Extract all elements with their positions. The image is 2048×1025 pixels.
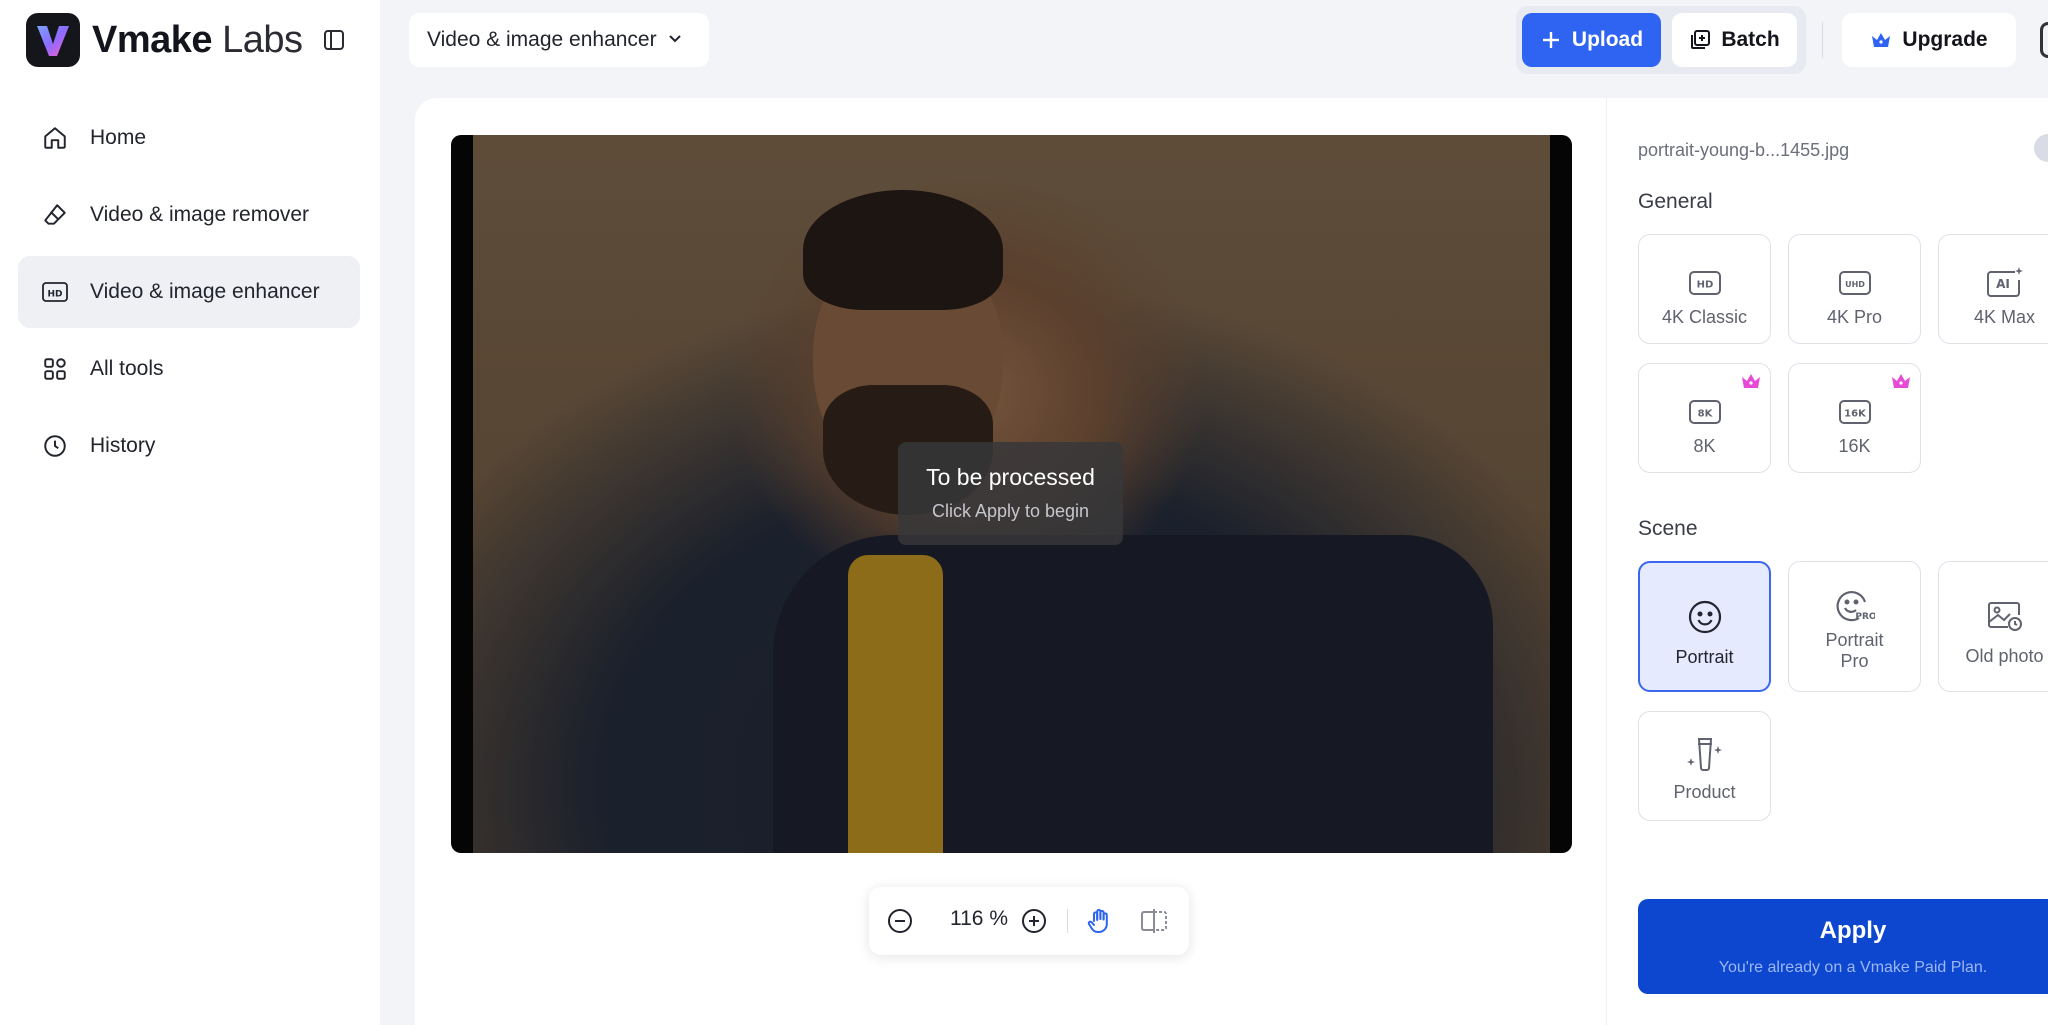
sidebar-item-home[interactable]: Home [18, 102, 360, 174]
option-label: Old photo [1965, 646, 2044, 666]
sidebar-item-label: Video & image enhancer [90, 280, 320, 303]
sidebar-item-label: Video & image remover [90, 203, 310, 226]
sidebar-item-history[interactable]: History [18, 410, 360, 482]
upload-button[interactable]: Upload [1522, 13, 1661, 67]
upgrade-label: Upgrade [1902, 28, 1988, 51]
section-title-general: General [1638, 190, 1713, 213]
option-label: Product [1673, 782, 1736, 802]
option-product[interactable]: Product [1638, 711, 1771, 821]
processing-status: To be processed Click Apply to begin [898, 442, 1123, 545]
svg-text:HD: HD [47, 290, 62, 300]
status-title: To be processed [926, 464, 1095, 490]
crown-icon [1872, 33, 1891, 47]
option-label: Portrait [1675, 647, 1734, 667]
grid-icon [40, 354, 70, 384]
compare-split-icon[interactable] [1139, 906, 1169, 936]
option-4k-pro[interactable]: UHD 4K Pro [1788, 234, 1921, 344]
chevron-down-icon [667, 28, 683, 52]
upgrade-button[interactable]: Upgrade [1842, 13, 2016, 67]
smile-icon [1685, 597, 1725, 637]
zoom-level: 116 % [950, 907, 1008, 930]
svg-text:16K: 16K [1844, 409, 1867, 420]
toolbar-divider [1822, 22, 1823, 58]
zoom-out-icon[interactable] [885, 906, 915, 936]
old-photo-icon [1985, 596, 2025, 636]
sidebar: Vmake Labs Home Video & image remover HD… [0, 0, 380, 1025]
smile-pro-icon: PRO [1835, 586, 1875, 626]
option-portrait-pro[interactable]: PRO Portrait Pro [1788, 561, 1921, 692]
option-label: Portrait Pro [1825, 630, 1884, 671]
brand-logo[interactable]: Vmake Labs [26, 13, 303, 67]
account-icon[interactable] [2040, 22, 2048, 58]
apply-label: Apply [1819, 917, 1887, 944]
option-8k[interactable]: 8K 8K [1638, 363, 1771, 473]
sidebar-item-label: All tools [90, 357, 164, 380]
hd-icon: HD [40, 277, 70, 307]
tool-select-value: Video & image enhancer [427, 28, 657, 51]
product-icon [1685, 734, 1725, 774]
hd-badge-icon: HD [1685, 263, 1725, 303]
zoom-toolbar: 116 % [869, 887, 1189, 955]
ai-ultra-icon: AI [1985, 263, 2025, 303]
option-label: 4K Max [1973, 307, 2036, 327]
option-label: 8K [1693, 436, 1716, 456]
option-label: 16K [1838, 436, 1871, 456]
eraser-icon [40, 200, 70, 230]
file-name: portrait-young-b...1455.jpg [1638, 140, 1850, 160]
zoom-divider [1067, 909, 1068, 933]
sidebar-item-label: History [90, 434, 156, 457]
premium-crown-icon [1890, 372, 1912, 395]
premium-crown-icon [1740, 372, 1762, 395]
sidebar-item-remover[interactable]: Video & image remover [18, 179, 360, 251]
brand-name: Vmake Labs [92, 18, 303, 61]
option-16k[interactable]: 16K 16K [1788, 363, 1921, 473]
16k-badge-icon: 16K [1835, 392, 1875, 432]
svg-text:HD: HD [1696, 280, 1713, 291]
batch-label: Batch [1721, 28, 1780, 51]
option-label: 4K Pro [1826, 307, 1883, 327]
option-portrait[interactable]: Portrait [1638, 561, 1771, 692]
svg-text:PRO: PRO [1855, 612, 1875, 622]
apply-button[interactable]: Apply You're already on a Vmake Paid Pla… [1638, 899, 2048, 994]
sidebar-nav: Home Video & image remover HD Video & im… [18, 102, 360, 487]
sidebar-toggle-icon[interactable] [320, 26, 348, 54]
plus-icon [1542, 32, 1559, 48]
hand-pan-icon[interactable] [1085, 906, 1115, 936]
sidebar-item-enhancer[interactable]: HD Video & image enhancer [18, 256, 360, 328]
svg-text:AI: AI [1996, 277, 2010, 291]
tool-select-dropdown[interactable]: Video & image enhancer [409, 13, 709, 67]
option-4k-max[interactable]: AI 4K Max [1938, 234, 2048, 344]
vmake-logo-icon [26, 13, 80, 67]
svg-text:UHD: UHD [1845, 280, 1865, 289]
option-label: 4K Classic [1661, 307, 1748, 327]
batch-icon [1691, 30, 1711, 49]
uhd-badge-icon: UHD [1835, 263, 1875, 303]
status-subtitle: Click Apply to begin [931, 501, 1090, 521]
batch-button[interactable]: Batch [1672, 13, 1797, 67]
option-old-photo[interactable]: Old photo [1938, 561, 2048, 692]
plan-note: You're already on a Vmake Paid Plan. [1718, 959, 1988, 976]
svg-text:8K: 8K [1697, 409, 1713, 420]
section-title-scene: Scene [1638, 517, 1698, 540]
sidebar-item-all-tools[interactable]: All tools [18, 333, 360, 405]
8k-badge-icon: 8K [1685, 392, 1725, 432]
clock-icon [40, 431, 70, 461]
zoom-in-icon[interactable] [1019, 906, 1049, 936]
sidebar-item-label: Home [90, 126, 147, 149]
home-icon [40, 123, 70, 153]
option-4k-classic[interactable]: HD 4K Classic [1638, 234, 1771, 344]
upload-label: Upload [1571, 28, 1644, 51]
